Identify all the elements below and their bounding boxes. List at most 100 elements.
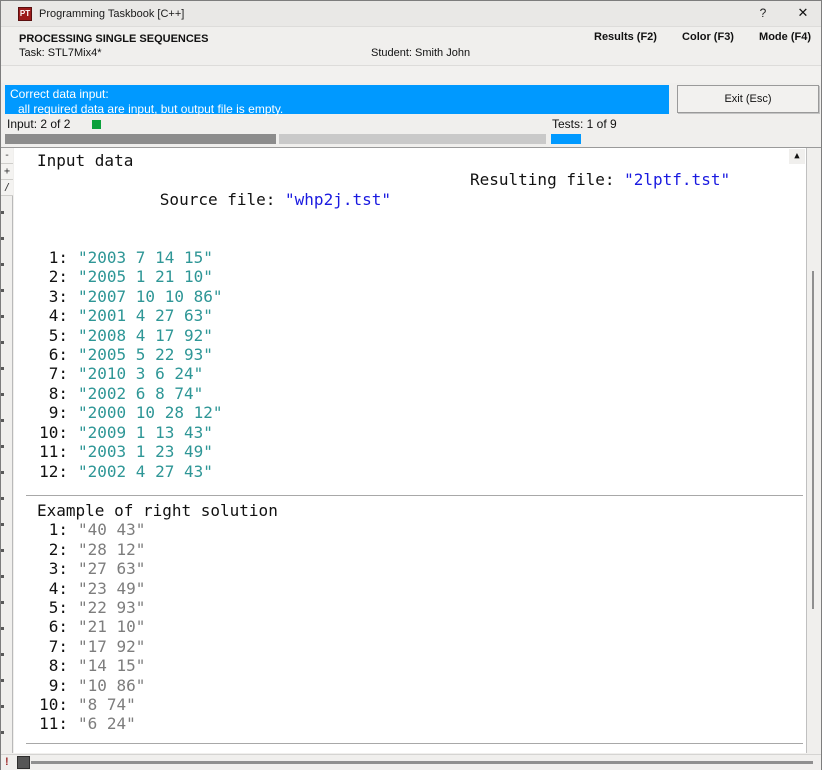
line-number: 6:: [28, 617, 68, 636]
warning-mark: !: [5, 756, 9, 768]
line-value: "27 63": [78, 559, 145, 578]
line-value: "2010 3 6 24": [78, 364, 203, 383]
example-row: 10: "8 74": [14, 695, 806, 714]
resulting-file-label: Resulting file:: [470, 170, 624, 189]
app-window: PT Programming Taskbook [C++] ? ✕ PROCES…: [0, 0, 822, 770]
line-number: 1:: [28, 520, 68, 539]
example-row: 4: "23 49": [14, 579, 806, 598]
result-banner: Correct data input: all required data ar…: [5, 85, 669, 114]
source-file-name: "whp2j.tst": [285, 190, 391, 209]
input-section-title: Input data: [14, 151, 806, 170]
input-data-row: 8: "2002 6 8 74": [14, 384, 806, 403]
line-value: "2009 1 13 43": [78, 423, 213, 442]
input-data-row: 6: "2005 5 22 93": [14, 345, 806, 364]
section-separator: [26, 495, 803, 496]
line-value: "2005 5 22 93": [78, 345, 213, 364]
resulting-file-name: "2lptf.tst": [624, 170, 730, 189]
input-progress-done: [5, 134, 276, 144]
line-value: "2008 4 17 92": [78, 326, 213, 345]
result-banner-line1: Correct data input:: [10, 87, 669, 101]
line-value: "21 10": [78, 617, 145, 636]
line-number: 4:: [28, 579, 68, 598]
example-row: 5: "22 93": [14, 598, 806, 617]
line-number: 10:: [28, 423, 68, 442]
input-data-row: 12: "2002 4 27 43": [14, 462, 806, 481]
input-data-row: 4: "2001 4 27 63": [14, 306, 806, 325]
input-data-row: 9: "2000 10 28 12": [14, 403, 806, 422]
tests-progress: [551, 134, 581, 144]
line-number: 5:: [28, 598, 68, 617]
close-icon[interactable]: ✕: [791, 5, 815, 23]
line-number: 6:: [28, 345, 68, 364]
example-row: 3: "27 63": [14, 559, 806, 578]
source-file-label: Source file:: [160, 190, 285, 209]
font-smaller-button[interactable]: -: [1, 148, 13, 164]
result-banner-line2: all required data are input, but output …: [10, 102, 669, 116]
header-strip: [1, 65, 821, 83]
line-number: 8:: [28, 384, 68, 403]
line-value: "10 86": [78, 676, 145, 695]
window-title: Programming Taskbook [C++]: [39, 8, 184, 20]
example-row: 8: "14 15": [14, 656, 806, 675]
line-value: "2002 6 8 74": [78, 384, 203, 403]
line-value: "2005 1 21 10": [78, 267, 213, 286]
line-number: 9:: [28, 403, 68, 422]
example-row: 1: "40 43": [14, 520, 806, 539]
menu-color[interactable]: Color (F3): [682, 31, 734, 43]
help-button[interactable]: ?: [753, 6, 773, 22]
line-value: "2007 10 10 86": [78, 287, 223, 306]
line-value: "2003 1 23 49": [78, 442, 213, 461]
input-ok-square-icon: [92, 120, 101, 129]
menu-results[interactable]: Results (F2): [594, 31, 657, 43]
input-data-row: 10: "2009 1 13 43": [14, 423, 806, 442]
line-number: 7:: [28, 637, 68, 656]
line-value: "40 43": [78, 520, 145, 539]
line-value: "2000 10 28 12": [78, 403, 223, 422]
input-data-row: 11: "2003 1 23 49": [14, 442, 806, 461]
font-larger-button[interactable]: +: [1, 164, 13, 180]
line-value: "2003 7 14 15": [78, 248, 213, 267]
scroll-up-icon[interactable]: ▲: [789, 149, 805, 164]
status-row: Input: 2 of 2 Tests: 1 of 9: [1, 115, 821, 133]
example-row: 9: "10 86": [14, 676, 806, 695]
topic-title: PROCESSING SINGLE SEQUENCES: [19, 33, 208, 45]
line-number: 3:: [28, 287, 68, 306]
line-number: 12:: [28, 462, 68, 481]
line-number: 10:: [28, 695, 68, 714]
line-value: "23 49": [78, 579, 145, 598]
example-solution-list: 1: "40 43" 2: "28 12" 3: "27 63" 4: "23 …: [14, 520, 806, 733]
line-number: 11:: [28, 714, 68, 733]
title-bar: PT Programming Taskbook [C++] ? ✕: [1, 1, 821, 27]
input-data-row: 3: "2007 10 10 86": [14, 287, 806, 306]
line-number: 2:: [28, 540, 68, 559]
input-data-row: 5: "2008 4 17 92": [14, 326, 806, 345]
tests-counter: Tests: 1 of 9: [552, 117, 617, 131]
input-data-list: 1: "2003 7 14 15" 2: "2005 1 21 10" 3: "…: [14, 248, 806, 481]
bottom-bar: !: [1, 754, 821, 770]
line-number: 7:: [28, 364, 68, 383]
section-separator: [26, 743, 803, 744]
header: PROCESSING SINGLE SEQUENCES Task: STL7Mi…: [1, 27, 821, 65]
line-value: "17 92": [78, 637, 145, 656]
input-data-row: 2: "2005 1 21 10": [14, 267, 806, 286]
vertical-scrollbar-thumb[interactable]: [812, 271, 814, 609]
input-counter: Input: 2 of 2: [7, 117, 70, 131]
horizontal-scrollbar-track[interactable]: [31, 761, 813, 764]
task-label: Task: STL7Mix4*: [19, 47, 102, 59]
example-row: 2: "28 12": [14, 540, 806, 559]
line-value: "2001 4 27 63": [78, 306, 213, 325]
line-value: "14 15": [78, 656, 145, 675]
example-row: 11: "6 24": [14, 714, 806, 733]
line-number: 2:: [28, 267, 68, 286]
progress-row: [1, 133, 821, 145]
line-number: 9:: [28, 676, 68, 695]
line-value: "6 24": [78, 714, 136, 733]
font-toggle-button[interactable]: /: [1, 180, 13, 196]
line-value: "22 93": [78, 598, 145, 617]
menu-mode[interactable]: Mode (F4): [759, 31, 811, 43]
left-edge-ticks: [1, 211, 4, 756]
line-value: "8 74": [78, 695, 136, 714]
line-number: 5:: [28, 326, 68, 345]
horizontal-scrollbar-thumb[interactable]: [17, 756, 30, 769]
exit-button[interactable]: Exit (Esc): [677, 85, 819, 113]
